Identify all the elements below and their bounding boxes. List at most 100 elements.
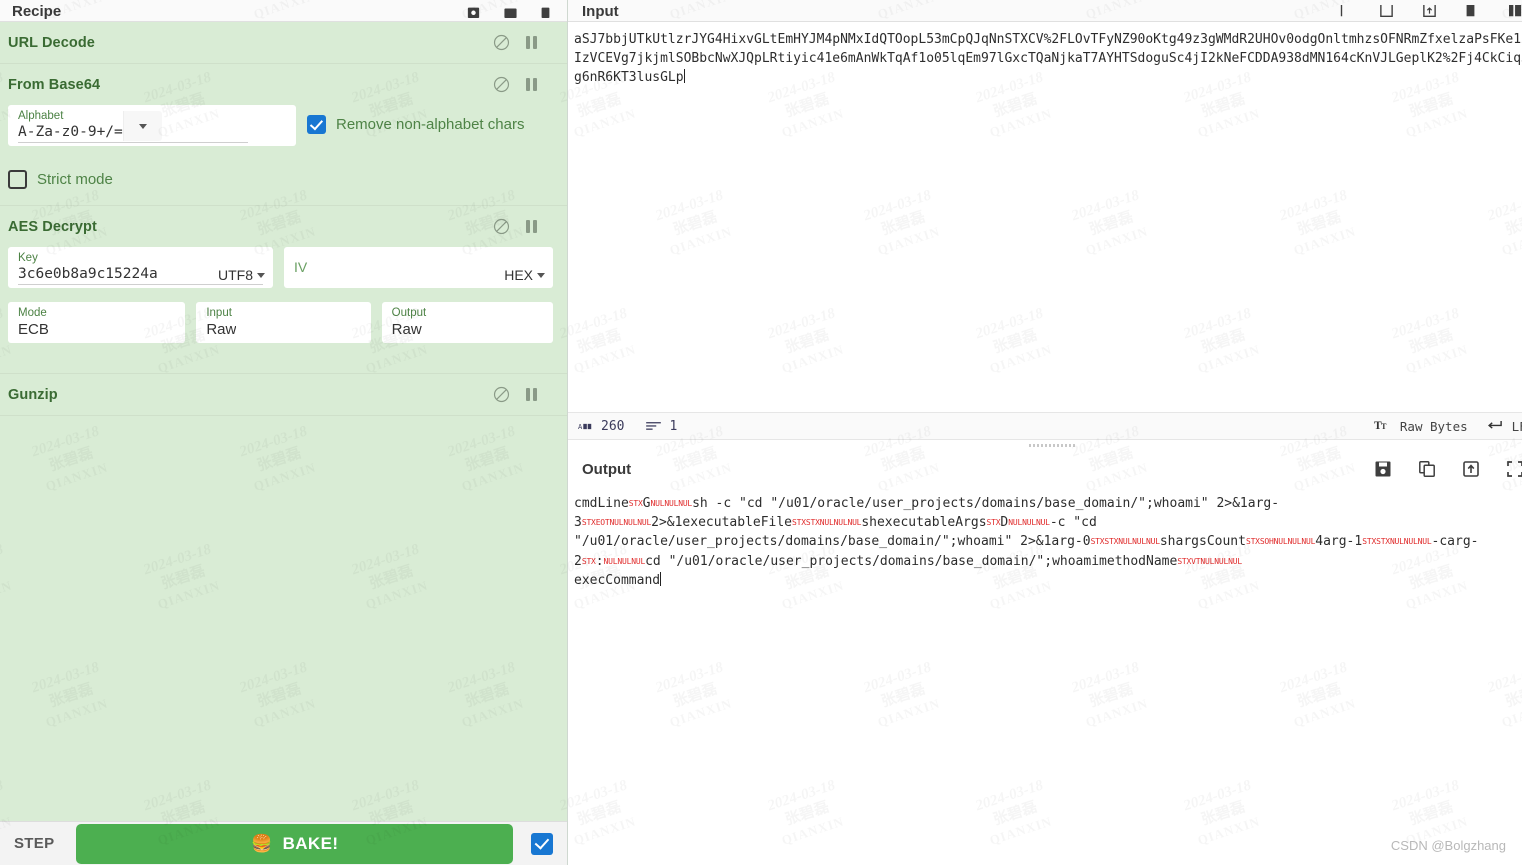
alphabet-label: Alphabet — [18, 110, 63, 122]
input-format-label: Input — [206, 307, 232, 319]
input-textarea[interactable]: aSJ7bbjUTkUtlzrJYG4HixvGLtEmHYJM4pNMxIdQ… — [568, 22, 1522, 412]
disable-icon[interactable] — [493, 76, 510, 93]
input-eol-value[interactable]: LF — [1512, 419, 1522, 434]
operation-header[interactable]: URL Decode — [0, 22, 567, 63]
open-icon[interactable] — [1422, 5, 1437, 18]
step-button[interactable]: STEP — [14, 835, 54, 852]
control-char-nul: NUL — [650, 499, 664, 508]
input-lines-value: 1 — [669, 419, 677, 434]
remove-nonalphabet-label: Remove non-alphabet chars — [336, 116, 524, 133]
output-format-field[interactable]: Output Raw — [382, 302, 553, 343]
status-right-group: TT Raw Bytes LF — [1374, 419, 1522, 434]
breakpoint-icon[interactable] — [526, 36, 537, 49]
return-icon[interactable] — [1486, 419, 1502, 434]
key-field[interactable]: Key 3c6e0b8a9c15224a UTF8 — [8, 247, 273, 288]
control-char-nul: NUL — [631, 557, 645, 566]
control-char-nul: NUL — [1214, 557, 1228, 566]
input-length-value: 260 — [601, 419, 624, 434]
maximise-icon[interactable] — [1507, 461, 1522, 477]
control-char-eot: EOT — [596, 518, 610, 527]
clear-icon[interactable] — [1465, 5, 1480, 18]
chevron-down-icon — [257, 273, 265, 278]
recipe-title: Recipe — [12, 5, 61, 19]
output-textarea[interactable]: cmdLineSTXGNULNULNULsh -c "cd "/u01/orac… — [568, 488, 1522, 865]
control-char-nul: NUL — [1301, 537, 1315, 546]
recipe-operation-url-decode[interactable]: URL Decode — [0, 22, 567, 64]
control-char-nul: NUL — [1022, 518, 1036, 527]
recipe-title-bar: Recipe — [0, 0, 567, 22]
key-encoding-select[interactable]: UTF8 — [218, 267, 265, 283]
strict-mode-row[interactable]: Strict mode — [8, 170, 553, 189]
iv-encoding-select[interactable]: HEX — [504, 267, 545, 283]
alphabet-field[interactable]: Alphabet A-Za-z0-9+/= — [8, 105, 296, 146]
key-iv-row: Key 3c6e0b8a9c15224a UTF8 IV HEX — [8, 247, 553, 288]
operation-body: Key 3c6e0b8a9c15224a UTF8 IV HEX — [0, 247, 567, 373]
input-title: Input — [582, 5, 619, 19]
strict-mode-checkbox[interactable] — [8, 170, 27, 189]
folder-icon[interactable] — [503, 5, 518, 18]
io-pane: Input aSJ7bbjUTkUtlzrJYG4HixvGLtEmHYJM4p… — [568, 0, 1522, 865]
input-format-field[interactable]: Input Raw — [196, 302, 370, 343]
mode-label: Mode — [18, 307, 47, 319]
input-line-text: g6nR6KT3lusGLp — [574, 70, 684, 85]
recipe-pane: Recipe URL Decode — [0, 0, 568, 865]
reset-icon[interactable] — [1508, 5, 1522, 18]
input-line: IzVCEVg7jkjmlSOBbcNwXJQpLRtiyic41e6mAnWk… — [574, 49, 1522, 68]
recipe-operation-from-base64[interactable]: From Base64 Alphabet A-Za-z0-9+/= — [0, 64, 567, 206]
lines-icon — [646, 419, 661, 434]
pane-splitter[interactable] — [568, 440, 1522, 450]
control-char-nul: NUL — [610, 518, 624, 527]
control-char-nul: NUL — [1274, 537, 1288, 546]
font-icon[interactable]: TT — [1374, 419, 1390, 434]
disable-icon[interactable] — [493, 218, 510, 235]
control-char-nul: NUL — [847, 518, 861, 527]
output-header-icons — [1375, 461, 1522, 477]
operation-header[interactable]: Gunzip — [0, 374, 567, 415]
bake-button-label: BAKE! — [283, 834, 339, 854]
delete-icon[interactable] — [540, 5, 555, 18]
alphabet-dropdown-button[interactable] — [123, 111, 162, 141]
key-value: 3c6e0b8a9c15224a — [18, 266, 158, 283]
replace-input-icon[interactable] — [1463, 461, 1479, 477]
recipe-operation-list[interactable]: URL Decode From Base64 — [0, 22, 567, 821]
breakpoint-icon[interactable] — [526, 388, 537, 401]
copy-icon[interactable] — [1419, 461, 1435, 477]
operation-header[interactable]: AES Decrypt — [0, 206, 567, 247]
control-char-nul: NUL — [1008, 518, 1022, 527]
control-char-nul: NUL — [834, 518, 848, 527]
remove-nonalphabet-row[interactable]: Remove non-alphabet chars — [307, 115, 524, 134]
control-char-stx: STX — [582, 518, 596, 527]
save-icon[interactable] — [1375, 461, 1391, 477]
input-encoding-value[interactable]: Raw Bytes — [1400, 419, 1468, 434]
save-icon[interactable] — [466, 5, 481, 18]
control-char-stx: STX — [792, 518, 806, 527]
mode-value: ECB — [18, 321, 49, 338]
recipe-operation-aes-decrypt[interactable]: AES Decrypt Key 3c6e0b8a9c15224a UTF8 — [0, 206, 567, 374]
svg-text:A: A — [578, 422, 583, 431]
mode-field[interactable]: Mode ECB — [8, 302, 185, 343]
text-cursor — [660, 572, 661, 586]
input-line: g6nR6KT3lusGLp — [574, 68, 1522, 87]
add-tab-icon[interactable] — [1336, 5, 1351, 18]
breakpoint-icon[interactable] — [526, 220, 537, 233]
alphabet-row: Alphabet A-Za-z0-9+/= Remove non-alphabe… — [8, 105, 553, 146]
control-char-nul: NUL — [623, 518, 637, 527]
iv-field[interactable]: IV HEX — [284, 247, 553, 288]
auto-bake-checkbox[interactable] — [531, 833, 553, 855]
control-char-stx: STX — [629, 499, 643, 508]
control-char-nul: NUL — [1036, 518, 1050, 527]
disable-icon[interactable] — [493, 386, 510, 403]
control-char-nul: NUL — [637, 518, 651, 527]
input-status-bar: A 260 1 TT Raw Bytes LF — [568, 412, 1522, 440]
disable-icon[interactable] — [493, 34, 510, 51]
key-encoding-value: UTF8 — [218, 267, 253, 283]
control-char-nul: NUL — [1390, 537, 1404, 546]
operation-header[interactable]: From Base64 — [0, 64, 567, 105]
bake-button[interactable]: 🍔 BAKE! — [76, 824, 513, 864]
folder-icon[interactable] — [1379, 5, 1394, 18]
recipe-header-icons — [466, 5, 555, 19]
control-char-nul: NUL — [1404, 537, 1418, 546]
remove-nonalphabet-checkbox[interactable] — [307, 115, 326, 134]
recipe-operation-gunzip[interactable]: Gunzip — [0, 374, 567, 416]
breakpoint-icon[interactable] — [526, 78, 537, 91]
